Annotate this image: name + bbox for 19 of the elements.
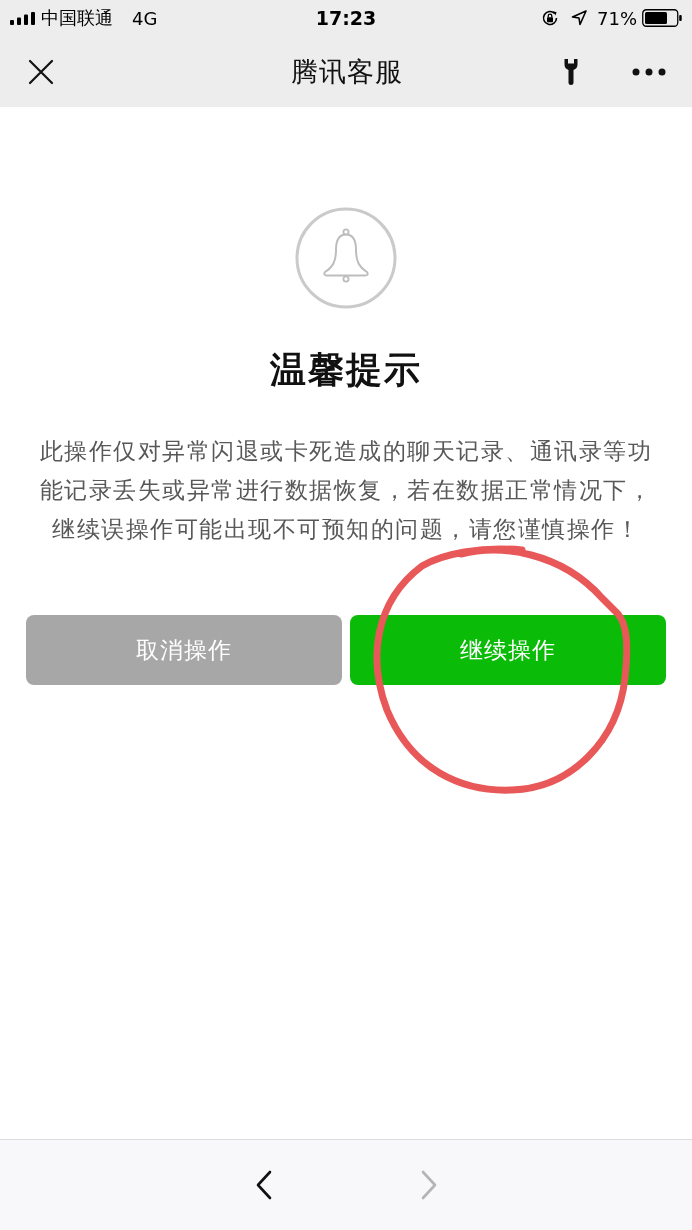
- close-icon: [28, 58, 54, 85]
- cancel-button[interactable]: 取消操作: [26, 615, 342, 685]
- battery-percent: 71%: [597, 7, 637, 29]
- battery-icon: [642, 9, 682, 27]
- orientation-lock-icon: [541, 9, 559, 27]
- signal-icon: [10, 11, 36, 25]
- carrier-name: 中国联通: [41, 6, 113, 30]
- page-title: 腾讯客服: [291, 54, 403, 89]
- network-type: 4G: [132, 7, 158, 29]
- continue-button[interactable]: 继续操作: [350, 615, 666, 685]
- notice-title: 温馨提示: [270, 348, 422, 392]
- chevron-right-icon: [419, 1170, 438, 1200]
- wrench-icon: [564, 58, 578, 85]
- chevron-left-icon: [254, 1170, 273, 1200]
- clock-time: 17:23: [315, 7, 377, 29]
- location-arrow-icon: [571, 10, 587, 26]
- notice-message: 此操作仅对异常闪退或卡死造成的聊天记录、通讯录等功能记录丢失或异常进行数据恢复，若在数据正常情况下，继续误操作可能出现不可预知的问题，请您谨慎操作！: [38, 437, 654, 544]
- more-icon: [632, 67, 666, 76]
- bell-icon: [295, 207, 397, 309]
